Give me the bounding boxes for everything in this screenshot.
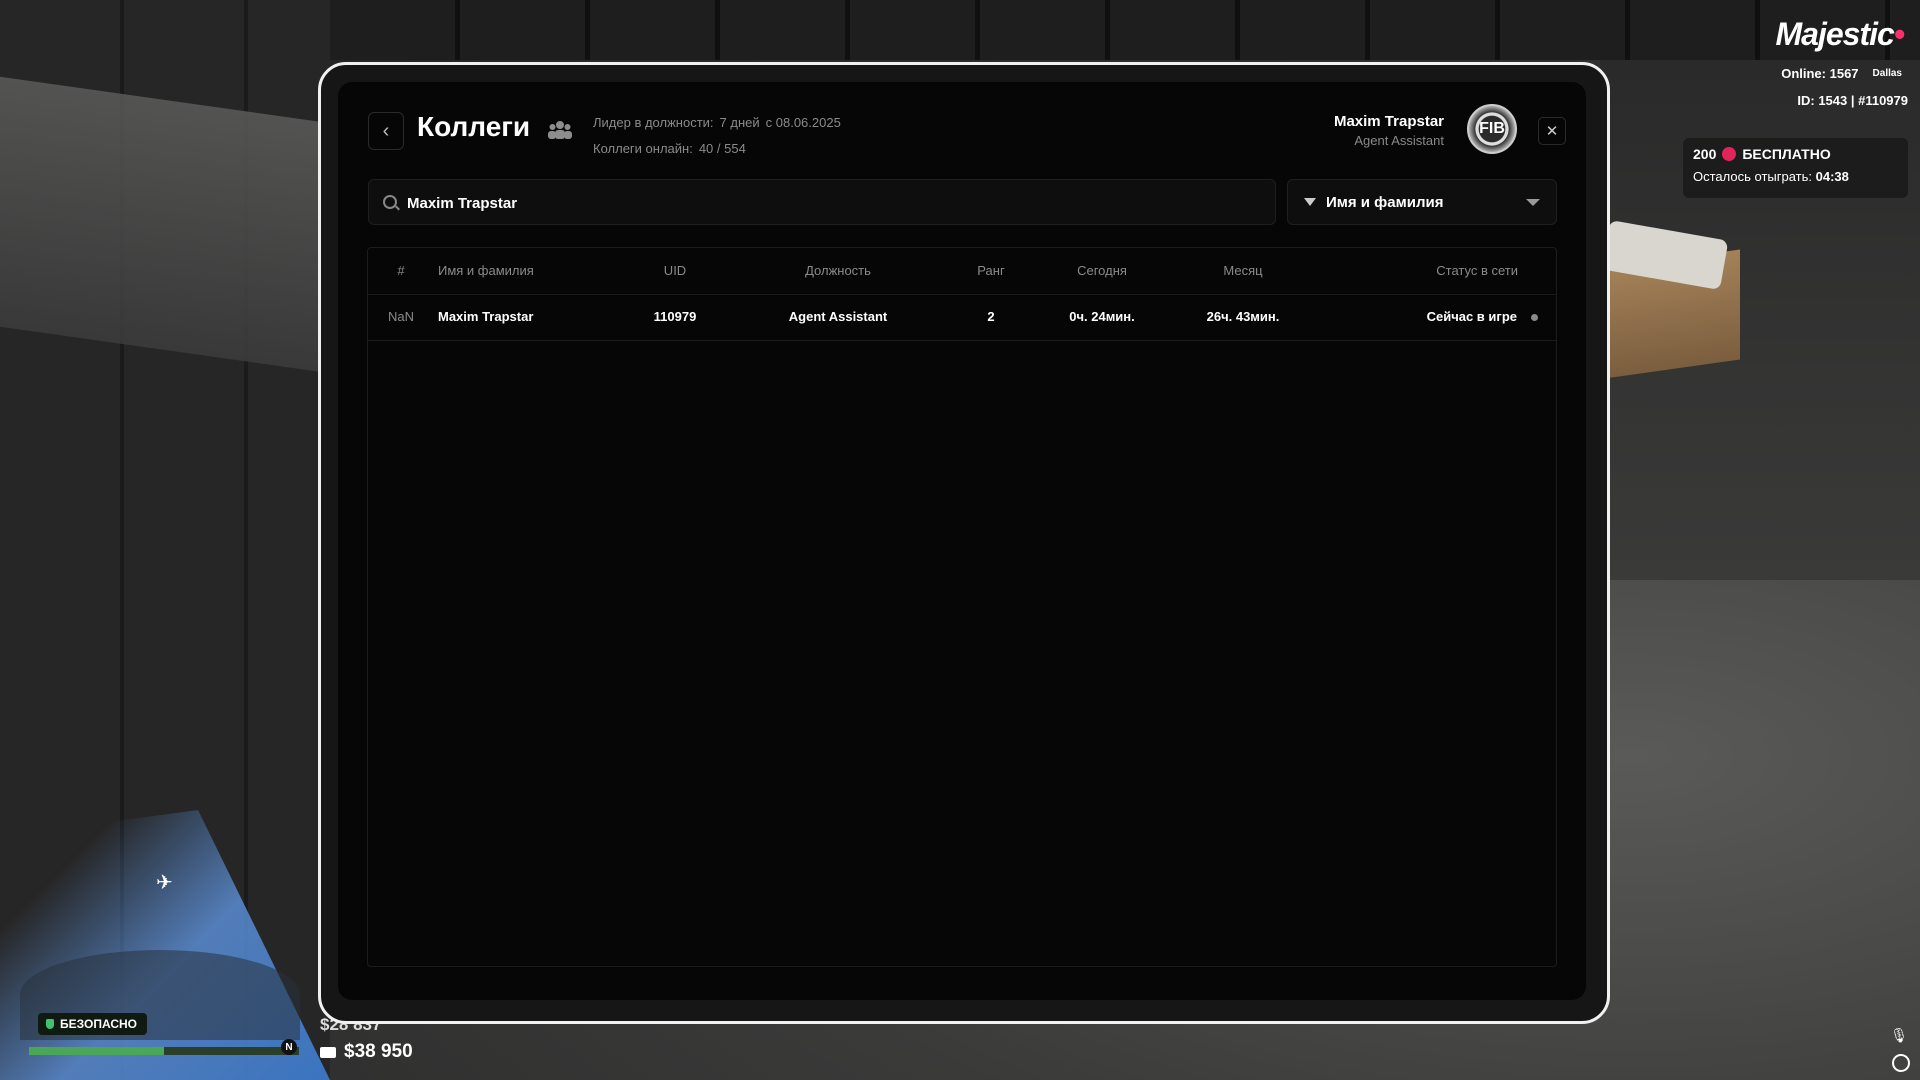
server-name: Dallas <box>1872 68 1902 79</box>
header-meta: Лидер в должности: 7 дней с 08.06.2025 Кол… <box>593 110 841 162</box>
column-header-uid[interactable]: UID <box>664 248 686 294</box>
card-icon <box>320 1046 336 1058</box>
brand-logo: Majestic• <box>1775 16 1906 52</box>
row-name: Maxim Trapstar <box>438 309 534 324</box>
online-colleagues-label: Коллеги онлайн: <box>593 141 693 156</box>
health-bar <box>29 1047 299 1055</box>
player-id: ID: 1543 | #110979 <box>1797 93 1908 108</box>
row-uid: 110979 <box>653 309 697 324</box>
back-button[interactable]: ‹ <box>368 112 404 150</box>
search-icon <box>383 195 397 209</box>
search-input[interactable] <box>405 180 1269 226</box>
leader-label: Лидер в должности: <box>593 115 714 130</box>
locker-top <box>0 76 330 374</box>
filter-icon <box>1304 198 1316 206</box>
column-header-position[interactable]: Должность <box>805 248 871 294</box>
lockers-top <box>330 0 1920 60</box>
coin-icon <box>1722 147 1737 161</box>
column-header-today[interactable]: Сегодня <box>1077 248 1127 294</box>
zone-status-badge: БЕЗОПАСНО <box>38 1013 147 1035</box>
row-month: 26ч. 43мин. <box>1206 309 1280 324</box>
promo-remaining-label: Осталось отыграть: <box>1693 169 1812 184</box>
filter-dropdown[interactable]: Имя и фамилия <box>1287 179 1557 225</box>
column-header-rank[interactable]: Ранг <box>977 248 1004 294</box>
airport-icon: ✈ <box>156 872 173 894</box>
row-status-text: Сейчас в игре <box>1426 309 1517 324</box>
column-header-name[interactable]: Имя и фамилия <box>438 248 534 294</box>
promo-amount: 200 <box>1693 146 1717 162</box>
search-field[interactable] <box>368 179 1276 226</box>
row-number: NaN <box>387 309 415 324</box>
close-button[interactable]: ✕ <box>1538 117 1566 145</box>
promo-label: БЕСПЛАТНО <box>1742 146 1831 162</box>
user-rank: Agent Assistant <box>1354 133 1444 148</box>
colleagues-table: # Имя и фамилия UID Должность Ранг Сегод… <box>367 247 1557 967</box>
online-colleagues-value: 40 / 554 <box>698 141 746 156</box>
promo-panel: 200 БЕСПЛАТНО Осталось отыграть: 04:38 <box>1683 138 1908 198</box>
column-header-number[interactable]: # <box>397 248 404 294</box>
column-header-status[interactable]: Статус в сети <box>1436 248 1518 294</box>
table-header: # Имя и фамилия UID Должность Ранг Сегод… <box>368 248 1556 295</box>
microphone-icon: 🎙 <box>1890 1027 1908 1043</box>
chevron-left-icon: ‹ <box>382 119 390 142</box>
bank-balance: $38 950 <box>320 1041 413 1063</box>
leader-since: с 08.06.2025 <box>765 115 841 130</box>
fib-emblem: FIB <box>1467 104 1517 154</box>
settings-icon <box>1892 1054 1910 1072</box>
online-counter: Online: 1567 Dallas <box>1781 66 1902 81</box>
shield-icon <box>46 1019 54 1029</box>
people-icon <box>548 119 572 147</box>
table-row[interactable]: NaN Maxim Trapstar 110979 Agent Assistan… <box>368 294 1556 341</box>
current-user: Maxim Trapstar Agent Assistant <box>1334 113 1444 148</box>
column-header-month[interactable]: Месяц <box>1223 248 1262 294</box>
row-rank: 2 <box>987 309 995 324</box>
promo-remaining-time: 04:38 <box>1815 169 1849 184</box>
user-name: Maxim Trapstar <box>1333 113 1444 130</box>
row-today: 0ч. 24мин. <box>1069 309 1135 324</box>
chevron-down-icon <box>1526 198 1540 206</box>
close-icon: ✕ <box>1545 123 1559 140</box>
compass-north-icon: N <box>281 1039 297 1055</box>
row-position: Agent Assistant <box>788 309 888 324</box>
leader-days: 7 дней <box>719 115 760 130</box>
status-dot-icon <box>1531 314 1538 322</box>
row-status: Сейчас в игре <box>1427 294 1538 340</box>
filter-selected: Имя и фамилия <box>1326 193 1444 211</box>
page-title: Коллеги <box>417 111 531 142</box>
